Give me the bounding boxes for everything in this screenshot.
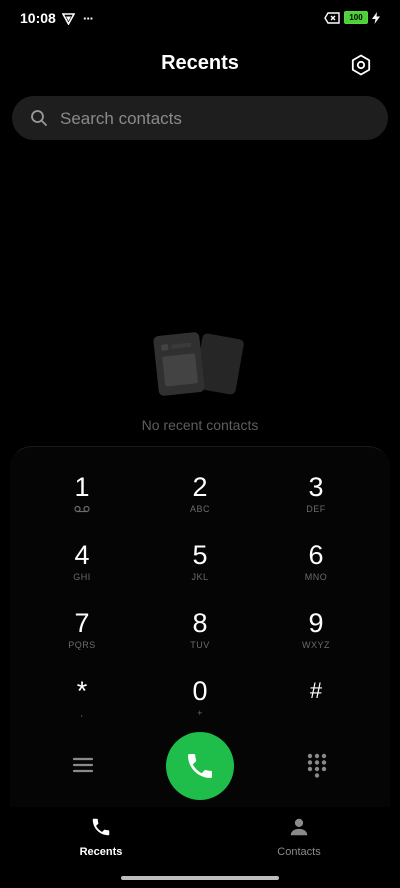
status-bar: 10:08 ··· 100 [0,0,400,36]
key-letters: TUV [190,640,210,650]
key-letters: GHI [73,572,91,582]
key-digit: 7 [74,608,90,638]
settings-button[interactable] [348,52,374,78]
dialpad-key-star[interactable]: * , [27,676,137,738]
menu-icon [72,757,94,773]
dialpad-key-2[interactable]: 2 ABC [145,472,255,534]
key-digit: # [309,678,323,703]
key-digit: 9 [308,608,324,638]
dialpad-key-5[interactable]: 5 JKL [145,540,255,602]
tab-contacts[interactable]: Contacts [239,816,359,858]
call-button[interactable] [166,732,234,800]
key-digit: 1 [74,472,90,502]
voicemail-icon [74,505,90,513]
search-bar[interactable] [12,96,388,142]
tab-recents-label: Recents [79,846,123,858]
dialpad-key-6[interactable]: 6 MNO [261,540,371,602]
dialpad-key-9[interactable]: 9 WXYZ [261,608,371,670]
status-time: 10:08 [20,10,56,26]
key-digit: 0 [192,676,208,706]
dialpad-key-7[interactable]: 7 PQRS [27,608,137,670]
key-digit: 2 [192,472,208,502]
keypad-toggle-button[interactable] [298,746,336,784]
dialpad-key-8[interactable]: 8 TUV [145,608,255,670]
vpn-shield-icon [62,13,75,25]
key-letters: PQRS [68,640,96,650]
keypad-icon [307,753,327,778]
tab-contacts-label: Contacts [277,846,321,858]
key-letters: , [80,708,84,718]
key-letters: + [197,708,203,718]
status-more-icon: ··· [83,11,94,26]
key-letters: WXYZ [302,640,330,650]
dialpad-key-1[interactable]: 1 [27,472,137,534]
key-letters: DEF [306,504,326,514]
key-digit: 6 [308,540,324,570]
status-right-icons: 100 [324,11,380,24]
recents-tab-icon [92,818,110,836]
key-letters: ABC [189,504,210,514]
dialpad-key-hash[interactable]: # [261,676,371,738]
settings-icon [351,54,371,76]
empty-recents-illustration [153,332,244,396]
charging-bolt-icon [372,11,380,24]
key-digit: * [76,676,88,706]
tab-recents[interactable]: Recents [41,816,161,858]
page-title: Recents [161,52,239,74]
dialpad-key-0[interactable]: 0 + [145,676,255,738]
key-letters: MNO [304,572,328,582]
key-digit: 3 [308,472,324,502]
key-letters: JKL [191,572,209,582]
search-input[interactable] [58,96,362,142]
home-indicator[interactable] [121,876,279,880]
dialpad-key-4[interactable]: 4 GHI [27,540,137,602]
key-letters [261,708,371,720]
dialpad-key-3[interactable]: 3 DEF [261,472,371,534]
status-left-icons: ··· [62,11,94,26]
no-sim-icon [324,11,340,24]
contacts-tab-icon [290,818,308,836]
key-digit: 4 [74,540,90,570]
menu-button[interactable] [64,746,102,784]
key-digit: 5 [192,540,208,570]
battery-level: 100 [349,12,363,22]
battery-indicator: 100 [344,11,368,24]
search-icon [31,110,47,126]
empty-state-message: No recent contacts [141,417,259,433]
bottom-nav: Recents Contacts [0,810,400,870]
phone-icon [188,754,212,778]
key-digit: 8 [192,608,208,638]
